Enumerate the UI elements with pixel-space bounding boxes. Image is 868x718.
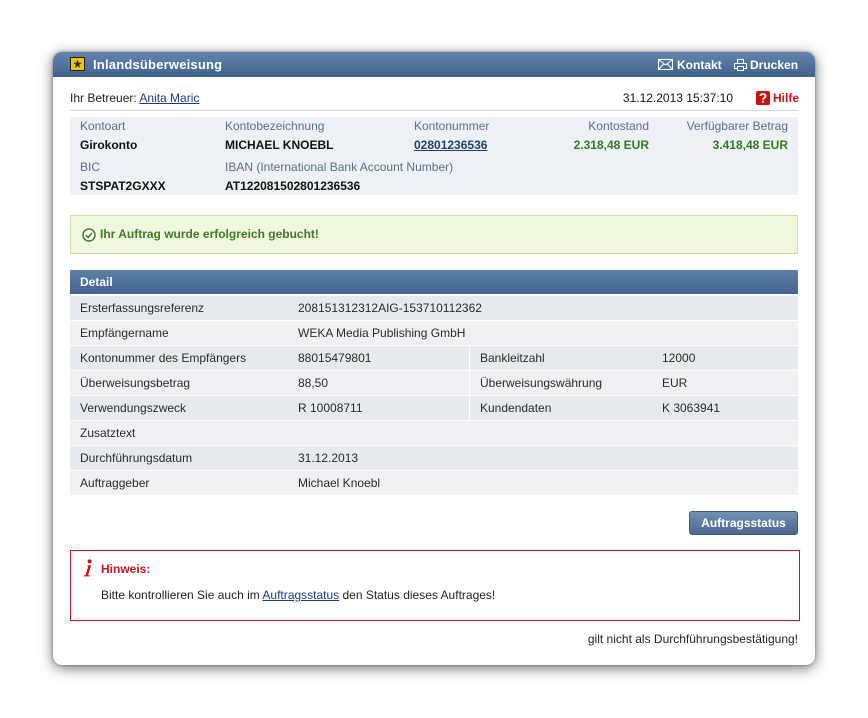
detail-value: 31.12.2013 xyxy=(298,451,359,465)
account-number-link[interactable]: 02801236536 xyxy=(414,138,487,152)
help-label: Hilfe xyxy=(773,91,800,105)
detail-label: Zusatztext xyxy=(80,426,136,440)
detail-label: Ersterfassungsreferenz xyxy=(80,301,205,315)
account-type-label: Kontoart xyxy=(80,119,126,133)
detail-value: WEKA Media Publishing GmbH xyxy=(298,326,466,340)
title-bar: Inlandsüberweisung Kontakt Drucken xyxy=(53,52,815,77)
detail-row-recipient-account: Kontonummer des Empfängers 88015479801 B… xyxy=(70,346,798,370)
iban-value: AT122081502801236536 xyxy=(225,179,361,193)
detail-label: Kontonummer des Empfängers xyxy=(80,351,247,365)
print-label: Drucken xyxy=(750,57,799,72)
detail-row-reference: Ersterfassungsreferenz 208151312312AIG-1… xyxy=(70,296,798,320)
detail-value: Michael Knoebl xyxy=(298,476,381,490)
column-divider xyxy=(469,396,470,420)
footer-note: gilt nicht als Durchführungsbestätigung! xyxy=(587,632,798,646)
help-icon xyxy=(756,91,770,105)
help-link[interactable]: Hilfe xyxy=(756,91,799,105)
detail-value: R 10008711 xyxy=(298,401,363,415)
detail-value: EUR xyxy=(662,376,688,390)
contact-link[interactable]: Kontakt xyxy=(658,52,722,77)
detail-value: 12000 xyxy=(662,351,696,365)
account-balance-label: Kontostand xyxy=(588,119,649,133)
divider xyxy=(70,110,798,111)
notice-text: Bitte kontrollieren Sie auch im Auftrags… xyxy=(101,586,495,604)
advisor-name-link[interactable]: Anita Maric xyxy=(139,91,199,105)
account-name-label: Kontobezeichnung xyxy=(225,119,325,133)
order-status-button[interactable]: Auftragsstatus xyxy=(689,511,798,535)
printer-icon xyxy=(734,58,747,71)
column-divider xyxy=(469,346,470,370)
success-message-box: Ihr Auftrag wurde erfolgreich gebucht! xyxy=(70,215,798,254)
detail-label: Überweisungsbetrag xyxy=(80,376,191,390)
notice-text-before: Bitte kontrollieren Sie auch im xyxy=(101,588,260,602)
column-divider xyxy=(469,371,470,395)
account-name-value: MICHAEL KNOEBL xyxy=(225,138,334,152)
detail-row-additional-text: Zusatztext xyxy=(70,421,798,445)
account-summary: Kontoart Girokonto Kontobezeichnung MICH… xyxy=(70,117,798,195)
transfer-panel: Inlandsüberweisung Kontakt Drucken Ihr B… xyxy=(53,52,815,665)
print-link[interactable]: Drucken xyxy=(734,52,798,77)
check-circle-icon xyxy=(82,228,96,242)
detail-row-amount: Überweisungsbetrag 88,50 Überweisungswäh… xyxy=(70,371,798,395)
detail-value: 88015479801 xyxy=(298,351,372,365)
detail-label: Verwendungszweck xyxy=(80,401,187,415)
detail-row-recipient: Empfängername WEKA Media Publishing GmbH xyxy=(70,321,798,345)
notice-box: Hinweis: Bitte kontrollieren Sie auch im… xyxy=(70,550,800,621)
detail-label: Auftraggeber xyxy=(80,476,150,490)
envelope-icon xyxy=(658,59,673,70)
detail-title: Detail xyxy=(80,275,113,289)
available-amount-value: 3.418,48 EUR xyxy=(712,138,788,152)
contact-label: Kontakt xyxy=(677,57,722,72)
notice-text-after: den Status dieses Auftrages! xyxy=(342,588,496,602)
detail-value: 208151312312AIG-153710112362 xyxy=(298,301,482,315)
transfer-icon xyxy=(70,57,85,71)
available-amount-label: Verfügbarer Betrag xyxy=(686,119,788,133)
detail-value: 88,50 xyxy=(298,376,329,390)
page-title: Inlandsüberweisung xyxy=(93,57,223,72)
timestamp: 31.12.2013 15:37:10 xyxy=(622,91,733,105)
detail-label: Bankleitzahl xyxy=(480,351,545,365)
success-message: Ihr Auftrag wurde erfolgreich gebucht! xyxy=(100,227,319,241)
bic-label: BIC xyxy=(80,160,101,174)
account-balance-value: 2.318,48 EUR xyxy=(573,138,649,152)
bic-value: STSPAT2GXXX xyxy=(80,179,166,193)
notice-title: Hinweis: xyxy=(101,562,151,576)
account-type-value: Girokonto xyxy=(80,138,138,152)
detail-table: Ersterfassungsreferenz 208151312312AIG-1… xyxy=(70,296,798,496)
account-number-label: Kontonummer xyxy=(414,119,490,133)
iban-label: IBAN (International Bank Account Number) xyxy=(225,160,454,174)
advisor-label: Ihr Betreuer: xyxy=(70,91,137,105)
detail-label: Kundendaten xyxy=(480,401,552,415)
detail-row-originator: Auftraggeber Michael Knoebl xyxy=(70,471,798,495)
detail-label: Überweisungswährung xyxy=(480,376,603,390)
detail-row-purpose: Verwendungszweck R 10008711 Kundendaten … xyxy=(70,396,798,420)
detail-header: Detail xyxy=(70,270,798,294)
advisor-line: Ihr Betreuer: Anita Maric xyxy=(70,91,199,105)
detail-value: K 3063941 xyxy=(662,401,721,415)
detail-label: Durchführungsdatum xyxy=(80,451,193,465)
detail-label: Empfängername xyxy=(80,326,169,340)
detail-row-execution-date: Durchführungsdatum 31.12.2013 xyxy=(70,446,798,470)
info-icon xyxy=(81,559,93,577)
order-status-link[interactable]: Auftragsstatus xyxy=(262,588,339,602)
